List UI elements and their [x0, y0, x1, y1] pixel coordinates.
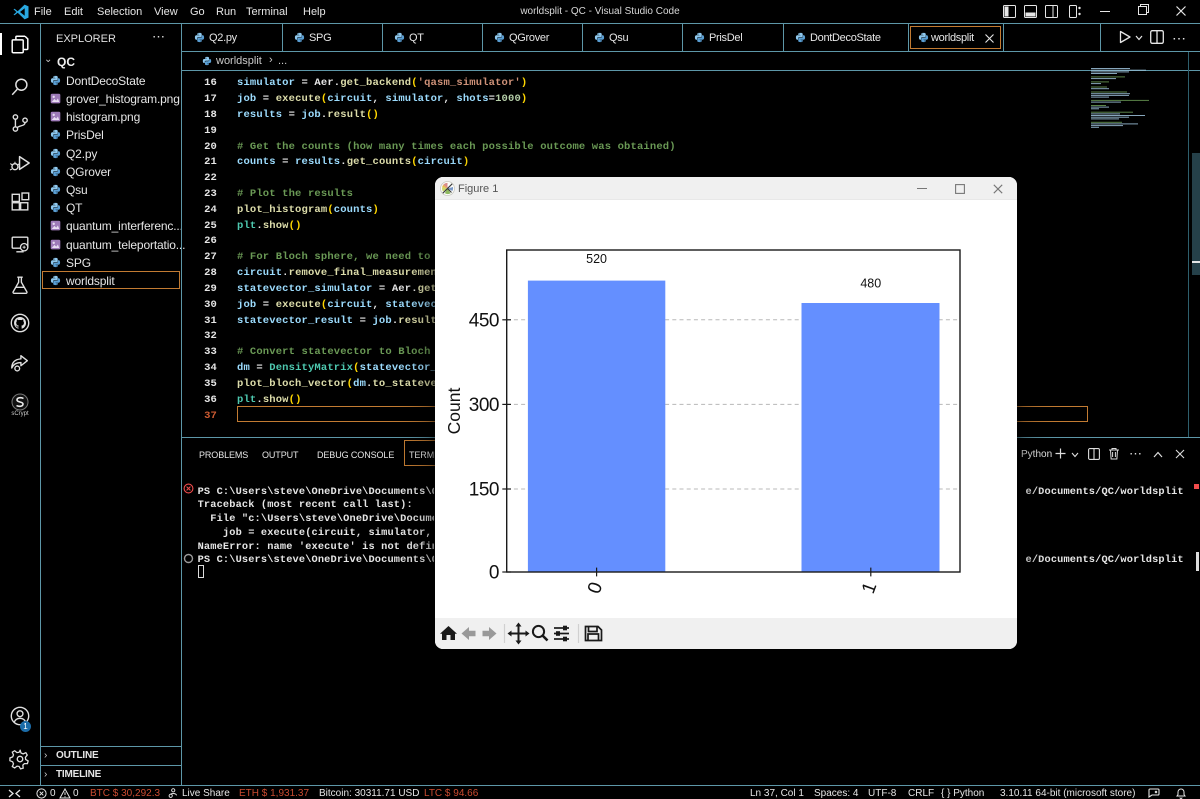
svg-text:520: 520 — [586, 252, 607, 266]
svg-text:1: 1 — [858, 579, 881, 596]
svg-text:300: 300 — [469, 395, 499, 416]
svg-text:480: 480 — [860, 277, 881, 291]
svg-text:Count: Count — [444, 388, 464, 435]
svg-text:0: 0 — [584, 579, 607, 596]
svg-text:450: 450 — [469, 310, 499, 331]
svg-text:0: 0 — [489, 563, 499, 584]
svg-text:150: 150 — [469, 480, 499, 501]
